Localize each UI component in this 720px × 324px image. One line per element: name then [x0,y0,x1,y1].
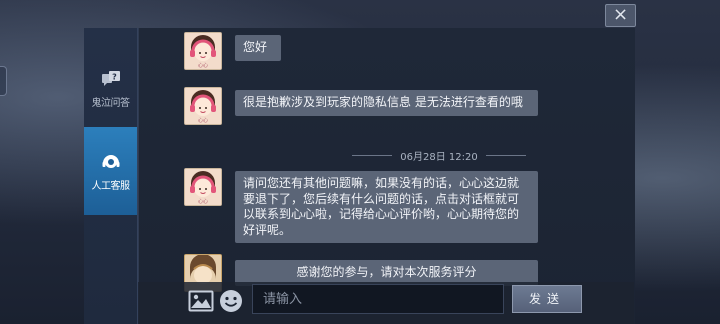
smiley-icon [220,290,242,312]
svg-text:心心: 心心 [198,117,208,124]
message-input[interactable] [252,284,504,314]
image-button[interactable] [188,288,214,314]
sidebar-item-label: 鬼泣问答 [91,97,131,109]
svg-text:心心: 心心 [198,62,208,69]
sidebar-item-label: 人工客服 [91,180,131,192]
agent-avatar: 心心 [184,168,222,206]
pink-headphone-avatar-icon: 心心 [185,88,221,124]
divider-line [352,154,393,156]
headset-icon [102,154,119,168]
emoji-button[interactable] [218,288,244,314]
close-button[interactable]: × [605,4,636,27]
sidebar-item-qa[interactable]: ? 鬼泣问答 [84,44,137,132]
timestamp-text: 06月28日 12:20 [400,151,478,163]
svg-text:心心: 心心 [198,198,208,205]
chat-panel: 心心 您好 心心 很是抱歉涉及到玩家的隐私信息 是无法进行查看的哦 06月28日… [138,28,635,324]
pink-headphone-avatar-icon: 心心 [185,169,221,205]
image-icon [188,290,214,312]
chat-bubble: 您好 [235,35,281,61]
side-drawer-handle[interactable] [0,66,7,96]
sidebar-item-customer-service[interactable]: 人工客服 [84,127,137,215]
chat-bubble: 很是抱歉涉及到玩家的隐私信息 是无法进行查看的哦 [235,90,538,116]
sidebar: ? 鬼泣问答 人工客服 [84,28,138,324]
svg-text:?: ? [112,72,117,81]
agent-avatar: 心心 [184,87,222,125]
timestamp-divider: 06月28日 12:20 [299,149,579,163]
chat-bubble: 请问您还有其他问题嘛，如果没有的话，心心这边就要退下了，您后续有什么问题的话，点… [235,171,538,243]
divider-line [485,154,526,156]
qa-icon: ? [101,70,120,86]
agent-avatar: 心心 [184,32,222,70]
send-button[interactable]: 发送 [512,285,582,313]
pink-headphone-avatar-icon: 心心 [185,33,221,69]
input-bar: 发送 [138,282,634,324]
